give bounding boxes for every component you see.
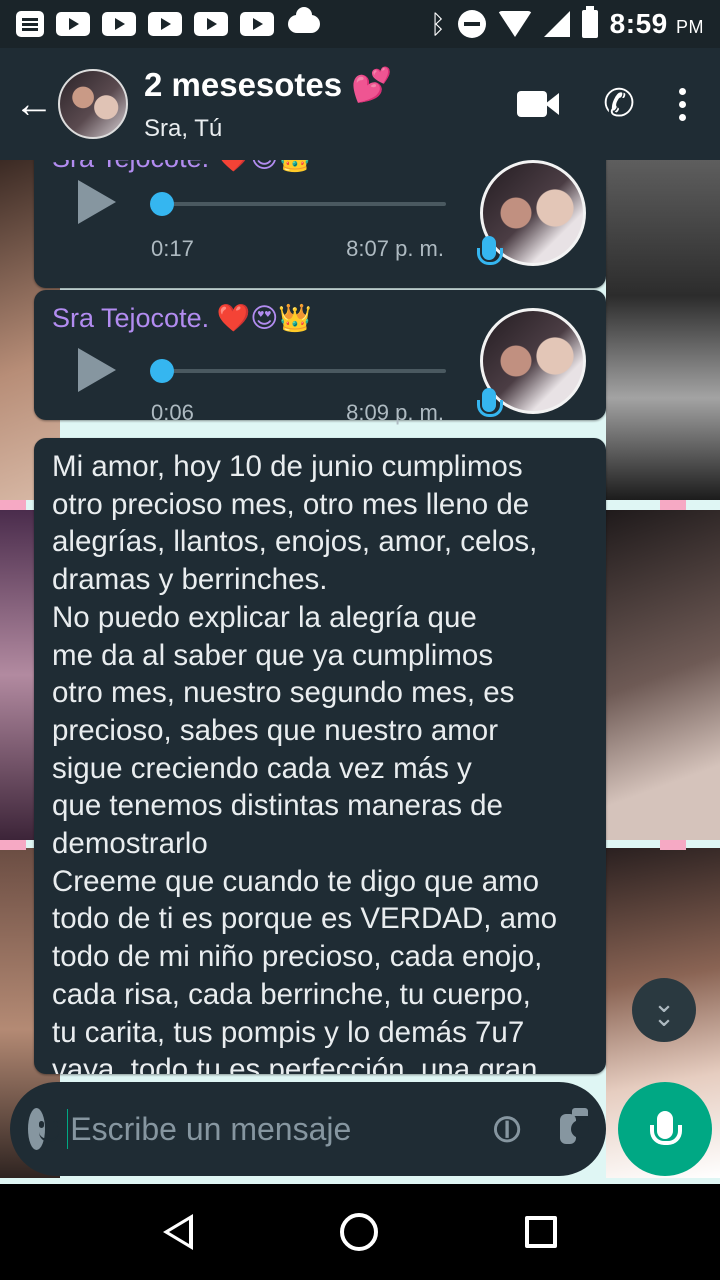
message-time: 8:09 p. m.	[346, 400, 444, 425]
system-navigation-bar	[0, 1184, 720, 1280]
youtube-icon	[194, 12, 228, 36]
more-options-icon[interactable]	[679, 87, 686, 121]
message-text: Mi amor, hoy 10 de junio cumplimos otro …	[52, 450, 558, 1074]
play-icon[interactable]	[78, 180, 116, 224]
emoji-icon[interactable]	[28, 1108, 60, 1150]
wallpaper-photo	[606, 160, 720, 500]
bluetooth-icon: ᛒ	[430, 9, 446, 39]
group-avatar[interactable]	[58, 69, 128, 139]
wifi-icon	[497, 11, 532, 37]
voice-message[interactable]: Sra Tejocote. ❤️😍👑 0:06 8:09 p. m.	[34, 290, 606, 425]
status-system-icons: ᛒ 8:59 PM	[430, 6, 704, 40]
voice-progress-handle[interactable]	[150, 359, 174, 383]
chat-participants: Sra, Tú	[144, 114, 223, 142]
nav-back-icon[interactable]	[163, 1214, 194, 1250]
message-composer: ⊘	[10, 1082, 606, 1176]
voice-progress-handle[interactable]	[150, 192, 174, 216]
status-time: 8:59 PM	[609, 8, 704, 39]
voice-record-button[interactable]	[618, 1082, 712, 1176]
youtube-icon	[240, 12, 274, 36]
text-message[interactable]: Mi amor, hoy 10 de junio cumplimos otro …	[34, 438, 606, 1074]
play-icon[interactable]	[78, 348, 116, 392]
microphone-icon	[477, 388, 503, 417]
youtube-icon	[56, 12, 90, 36]
youtube-icon	[148, 12, 182, 36]
message-sender: Sra Tejocote. ❤️😍👑	[52, 160, 312, 174]
video-call-icon[interactable]	[517, 91, 560, 117]
signal-icon	[543, 11, 570, 37]
status-notification-icons	[16, 7, 320, 37]
chat-header: ← 2 mesesotes 💕 Sra, Tú ✆	[0, 48, 720, 160]
scroll-to-bottom-button[interactable]: ⌄ ⌄	[632, 978, 696, 1042]
message-time: 8:07 p. m.	[346, 236, 444, 261]
voice-message[interactable]: Sra Tejocote. ❤️😍👑 0:17 8:07 p. m.	[34, 160, 606, 288]
chat-title-block[interactable]: 2 mesesotes 💕 Sra, Tú	[144, 66, 392, 143]
battery-icon	[581, 6, 598, 38]
microphone-icon	[477, 236, 503, 265]
message-input[interactable]	[68, 1110, 491, 1148]
voice-progress-track[interactable]	[150, 359, 446, 383]
nav-recents-icon[interactable]	[524, 1216, 557, 1248]
chat-area[interactable]: Sra Tejocote. ❤️😍👑 0:17 8:07 p. m. Sra T…	[0, 160, 720, 1184]
youtube-icon	[102, 12, 136, 36]
cloud-icon	[288, 7, 320, 33]
chat-title: 2 mesesotes 💕	[144, 65, 393, 103]
do-not-disturb-icon	[457, 10, 486, 38]
wallpaper-photo	[606, 510, 720, 840]
notes-icon	[16, 11, 44, 37]
header-actions: ✆	[517, 85, 686, 123]
message-sender: Sra Tejocote. ❤️😍👑	[52, 303, 312, 333]
phone-call-icon[interactable]: ✆	[603, 85, 635, 123]
nav-home-icon[interactable]	[339, 1213, 378, 1251]
voice-duration: 0:17	[151, 236, 194, 261]
status-bar: ᛒ 8:59 PM	[0, 0, 720, 48]
voice-duration: 0:06	[151, 400, 194, 425]
microphone-icon	[650, 1111, 682, 1145]
back-arrow-icon[interactable]: ←	[14, 84, 54, 124]
camera-icon[interactable]	[559, 1108, 590, 1144]
double-chevron-down-icon: ⌄ ⌄	[653, 987, 675, 1032]
voice-progress-track[interactable]	[150, 192, 446, 216]
